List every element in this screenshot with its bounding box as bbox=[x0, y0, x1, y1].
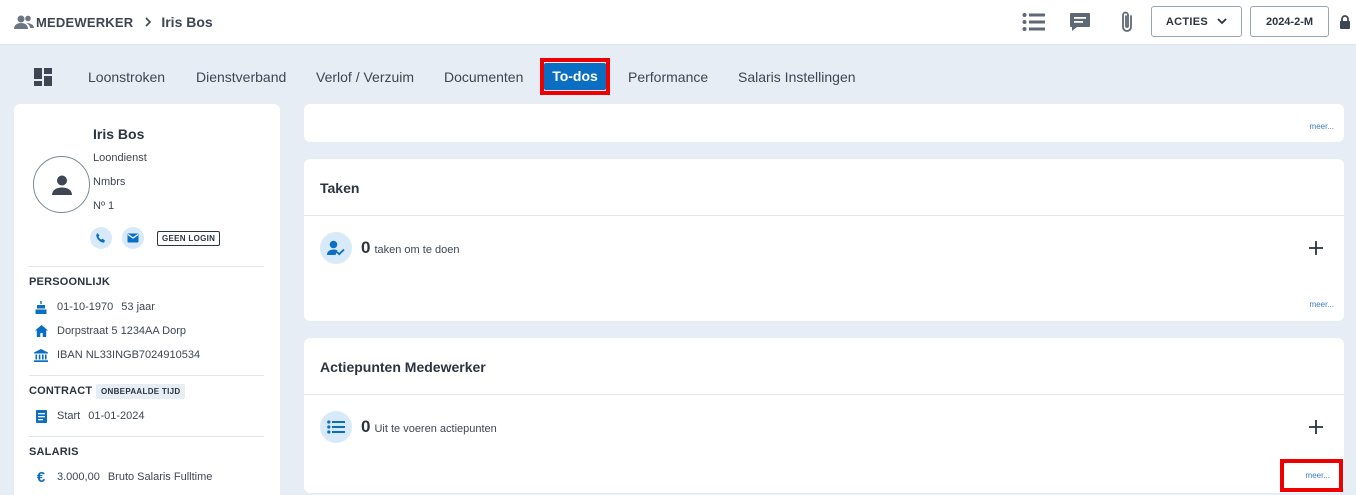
chevron-right-icon bbox=[144, 17, 152, 27]
divider bbox=[29, 375, 264, 376]
top-bar: MEDEWERKER Iris Bos ACTIES 2024-2-M bbox=[0, 0, 1356, 45]
euro-icon: € bbox=[36, 468, 46, 486]
divider bbox=[29, 266, 264, 267]
period-button-label: 2024-2-M bbox=[1265, 15, 1314, 28]
divider bbox=[304, 394, 1344, 395]
user-check-icon bbox=[320, 232, 352, 264]
profile-company: Nmbrs bbox=[93, 176, 126, 188]
profile-number: Nº 1 bbox=[93, 200, 115, 212]
tab-documenten[interactable]: Documenten bbox=[444, 62, 523, 92]
profile-department: Loondienst bbox=[93, 152, 147, 164]
action-points-count: 0 bbox=[361, 417, 371, 436]
more-link[interactable]: meer... bbox=[1310, 122, 1334, 131]
plus-icon bbox=[1309, 241, 1323, 255]
comment-icon[interactable] bbox=[1068, 10, 1092, 39]
tasks-card: Taken 0 taken om te doen meer... bbox=[304, 159, 1344, 321]
salary-amount: 3.000,00 bbox=[57, 471, 100, 483]
breadcrumb: MEDEWERKER Iris Bos bbox=[14, 13, 213, 31]
profile-name: Iris Bos bbox=[93, 126, 145, 142]
login-status-badge: GEEN LOGIN bbox=[157, 231, 221, 246]
phone-button[interactable] bbox=[90, 227, 112, 249]
contract-type-badge: ONBEPAALDE TIJD bbox=[96, 384, 186, 399]
divider bbox=[304, 215, 1344, 216]
document-icon bbox=[34, 409, 48, 423]
more-link-highlight bbox=[1280, 459, 1343, 492]
salary-heading: SALARIS bbox=[29, 446, 79, 458]
actions-button-label: ACTIES bbox=[1165, 15, 1209, 28]
contract-start-label: Start bbox=[57, 410, 81, 422]
address-row: Dorpstraat 5 1234AA Dorp bbox=[34, 324, 186, 338]
action-points-summary: 0 Uit te voeren actiepunten bbox=[320, 411, 497, 443]
employee-profile-panel: Iris Bos Loondienst Nmbrs Nº 1 GEEN LOGI… bbox=[14, 104, 280, 495]
tasks-summary: 0 taken om te doen bbox=[320, 232, 459, 264]
tasks-count: 0 bbox=[361, 238, 371, 257]
users-icon bbox=[14, 13, 34, 31]
lock-icon[interactable] bbox=[1339, 15, 1351, 35]
contract-heading: CONTRACT bbox=[29, 385, 93, 397]
address: Dorpstraat 5 1234AA Dorp bbox=[57, 325, 187, 337]
dashboard-icon[interactable] bbox=[33, 62, 53, 92]
breadcrumb-employee-name: Iris Bos bbox=[161, 14, 213, 30]
tab-performance[interactable]: Performance bbox=[628, 62, 708, 92]
tasks-more-link[interactable]: meer... bbox=[1310, 300, 1334, 309]
tab-to-dos-highlight: To-dos bbox=[540, 58, 610, 95]
tasks-title: Taken bbox=[320, 180, 360, 196]
breadcrumb-section[interactable]: MEDEWERKER bbox=[36, 15, 133, 30]
add-action-point-button[interactable] bbox=[1308, 419, 1324, 435]
action-points-card: Actiepunten Medewerker 0 Uit te voeren a… bbox=[304, 338, 1344, 493]
age: 53 jaar bbox=[121, 301, 155, 313]
iban-row: IBAN NL33INGB7024910534 bbox=[34, 348, 200, 362]
birthdate-row: 01-10-1970 53 jaar bbox=[34, 300, 155, 314]
plus-icon bbox=[1309, 420, 1323, 434]
tasks-label: taken om te doen bbox=[374, 243, 460, 256]
tab-salaris-instellingen[interactable]: Salaris Instellingen bbox=[738, 62, 856, 92]
divider bbox=[29, 436, 264, 437]
contract-start-row: Start 01-01-2024 bbox=[34, 409, 145, 423]
previous-card: meer... bbox=[304, 104, 1344, 142]
avatar[interactable] bbox=[33, 156, 90, 213]
phone-icon bbox=[96, 233, 105, 243]
cake-icon bbox=[34, 300, 48, 314]
tab-to-dos[interactable]: To-dos bbox=[544, 63, 606, 90]
iban: IBAN NL33INGB7024910534 bbox=[57, 349, 201, 361]
user-icon bbox=[51, 175, 72, 195]
period-button[interactable]: 2024-2-M bbox=[1250, 6, 1329, 37]
personal-heading: PERSOONLIJK bbox=[29, 276, 111, 288]
actions-button[interactable]: ACTIES bbox=[1151, 6, 1242, 37]
list-icon[interactable] bbox=[1022, 12, 1046, 37]
contract-start-date: 01-01-2024 bbox=[88, 410, 145, 422]
add-task-button[interactable] bbox=[1308, 240, 1324, 256]
tab-verlof-verzuim[interactable]: Verlof / Verzuim bbox=[316, 62, 414, 92]
paperclip-icon[interactable] bbox=[1119, 10, 1135, 39]
tab-dienstverband[interactable]: Dienstverband bbox=[196, 62, 286, 92]
home-icon bbox=[34, 324, 48, 338]
salary-row: € 3.000,00 Bruto Salaris Fulltime bbox=[34, 468, 213, 486]
action-points-label: Uit te voeren actiepunten bbox=[374, 422, 497, 435]
chevron-down-icon bbox=[1217, 16, 1227, 28]
envelope-icon bbox=[127, 233, 139, 243]
salary-description: Bruto Salaris Fulltime bbox=[107, 471, 213, 483]
list-bullets-icon bbox=[320, 411, 352, 443]
birthdate: 01-10-1970 bbox=[57, 301, 114, 313]
tab-loonstroken[interactable]: Loonstroken bbox=[88, 62, 165, 92]
action-points-title: Actiepunten Medewerker bbox=[320, 359, 486, 375]
email-button[interactable] bbox=[122, 227, 144, 249]
bank-icon bbox=[34, 348, 48, 362]
